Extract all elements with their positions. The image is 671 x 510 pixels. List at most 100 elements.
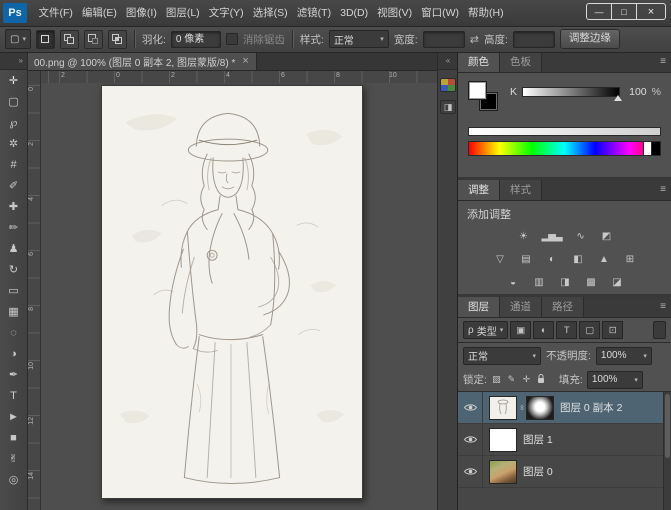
layer-thumbnail[interactable] [489, 396, 517, 420]
vibrance-icon[interactable]: ▽ [492, 254, 507, 265]
layer-mask-thumbnail[interactable] [526, 396, 554, 420]
menu-image[interactable]: 图像(I) [121, 0, 161, 26]
filter-adjustment-icon[interactable]: ◐ [533, 321, 554, 339]
crop-tool[interactable]: # [0, 154, 27, 175]
shape-tool[interactable]: ■ [0, 427, 27, 448]
lock-transparency-icon[interactable]: ▨ [491, 374, 502, 385]
zoom-tool[interactable]: ◎ [0, 469, 27, 490]
lock-position-icon[interactable]: ✛ [521, 374, 532, 385]
menu-select[interactable]: 选择(S) [248, 0, 292, 26]
hand-tool[interactable]: ✌ [0, 448, 27, 469]
k-slider-handle[interactable] [614, 95, 622, 101]
k-slider[interactable] [522, 87, 620, 97]
brightness-contrast-icon[interactable]: ☀ [515, 231, 530, 242]
levels-icon[interactable]: ▂▅▃ [541, 231, 561, 242]
tab-layers[interactable]: 图层 [458, 297, 500, 317]
history-brush-tool[interactable]: ↻ [0, 259, 27, 280]
canvas-viewport[interactable] [41, 83, 437, 510]
menu-edit[interactable]: 编辑(E) [77, 0, 121, 26]
adjustments-panel-icon[interactable]: ◨ [440, 100, 456, 114]
pen-tool[interactable]: ✒ [0, 364, 27, 385]
vertical-ruler[interactable]: 0 2 4 6 8 10 12 14 [27, 83, 41, 510]
rectangular-marquee-tool[interactable]: ▢ [0, 91, 27, 112]
healing-brush-tool[interactable]: ✚ [0, 196, 27, 217]
move-tool[interactable]: ✛ [0, 70, 27, 91]
document-canvas[interactable] [101, 85, 363, 499]
selective-color-icon[interactable]: ◪ [609, 277, 624, 288]
visibility-toggle[interactable] [458, 424, 483, 455]
hue-saturation-icon[interactable]: ▤ [518, 254, 533, 265]
tools-collapse-icon[interactable]: » [0, 52, 27, 70]
swap-dimensions-icon[interactable]: ⇄ [470, 33, 479, 46]
posterize-icon[interactable]: ▥ [531, 277, 546, 288]
menu-view[interactable]: 视图(V) [373, 0, 417, 26]
filter-toggle-switch[interactable] [653, 321, 666, 339]
photo-filter-icon[interactable]: ▲ [596, 254, 611, 265]
exposure-icon[interactable]: ◩ [599, 231, 614, 242]
tab-paths[interactable]: 路径 [542, 297, 584, 317]
clone-stamp-tool[interactable]: ♟ [0, 238, 27, 259]
close-button[interactable]: × [636, 4, 665, 19]
tab-channels[interactable]: 通道 [500, 297, 542, 317]
black-white-icon[interactable]: ◧ [570, 254, 585, 265]
k-value[interactable]: 100 [625, 86, 647, 98]
tool-preset-picker[interactable]: ▢ ▾ [5, 29, 31, 49]
panel-menu-icon[interactable]: ≡ [660, 52, 666, 72]
panel-menu-icon[interactable]: ≡ [660, 297, 666, 317]
expand-panels-icon[interactable]: « [438, 52, 458, 70]
curves-icon[interactable]: ∿ [573, 231, 588, 242]
gradient-map-icon[interactable]: ▩ [583, 277, 598, 288]
intersect-selection-button[interactable] [108, 30, 127, 49]
layers-scrollbar[interactable] [663, 392, 671, 510]
path-selection-tool[interactable]: ► [0, 406, 27, 427]
menu-3d[interactable]: 3D(D) [336, 0, 373, 26]
menu-type[interactable]: 文字(Y) [204, 0, 248, 26]
swatches-panel-icon[interactable] [440, 78, 456, 92]
tab-swatches[interactable]: 色板 [500, 52, 542, 72]
menu-layer[interactable]: 图层(L) [161, 0, 204, 26]
filter-kind-dropdown[interactable]: ρ 类型 ▾ [463, 321, 508, 339]
visibility-toggle[interactable] [458, 456, 483, 487]
threshold-icon[interactable]: ◨ [557, 277, 572, 288]
width-input[interactable] [423, 31, 465, 48]
eyedropper-tool[interactable]: ✐ [0, 175, 27, 196]
channel-mixer-icon[interactable]: ⊞ [622, 254, 637, 265]
layer-row[interactable]: 图层 0 [458, 456, 671, 488]
minimize-button[interactable]: — [587, 4, 611, 19]
blur-tool[interactable]: ◌ [0, 322, 27, 343]
filter-smart-object-icon[interactable]: ⊡ [602, 321, 623, 339]
layer-row[interactable]: 图层 1 [458, 424, 671, 456]
black-cell[interactable] [651, 142, 660, 155]
height-input[interactable] [513, 31, 555, 48]
tab-styles[interactable]: 样式 [500, 180, 542, 200]
lock-pixels-icon[interactable]: ✎ [506, 374, 517, 385]
foreground-color-chip[interactable] [468, 81, 487, 100]
filter-pixel-icon[interactable]: ▣ [510, 321, 531, 339]
type-tool[interactable]: T [0, 385, 27, 406]
menu-help[interactable]: 帮助(H) [464, 0, 509, 26]
invert-icon[interactable]: ◒ [505, 277, 520, 288]
dodge-tool[interactable]: ◑ [0, 343, 27, 364]
tab-color[interactable]: 颜色 [458, 52, 500, 72]
add-selection-button[interactable] [60, 30, 79, 49]
menu-file[interactable]: 文件(F) [34, 0, 77, 26]
scrollbar-thumb[interactable] [665, 394, 670, 458]
brush-tool[interactable]: ✏ [0, 217, 27, 238]
fill-dropdown[interactable]: 100% ▾ [587, 371, 643, 389]
grayscale-ramp[interactable] [468, 127, 661, 136]
lock-all-icon[interactable] [536, 374, 547, 386]
filter-type-icon[interactable]: T [556, 321, 577, 339]
antialias-checkbox[interactable] [226, 33, 238, 45]
layer-thumbnail[interactable] [489, 428, 517, 452]
color-balance-icon[interactable]: ◐ [544, 254, 559, 265]
gradient-tool[interactable]: ▦ [0, 301, 27, 322]
visibility-toggle[interactable] [458, 392, 483, 423]
lasso-tool[interactable]: ℘ [0, 112, 27, 133]
feather-input[interactable]: 0 像素 [171, 31, 221, 48]
tab-close-icon[interactable]: × [242, 55, 248, 67]
maximize-button[interactable]: □ [611, 4, 636, 19]
filter-shape-icon[interactable]: ▢ [579, 321, 600, 339]
color-spectrum-ramp[interactable] [468, 141, 661, 156]
layer-thumbnail[interactable] [489, 460, 517, 484]
layer-row[interactable]: ∞ 图层 0 副本 2 [458, 392, 671, 424]
